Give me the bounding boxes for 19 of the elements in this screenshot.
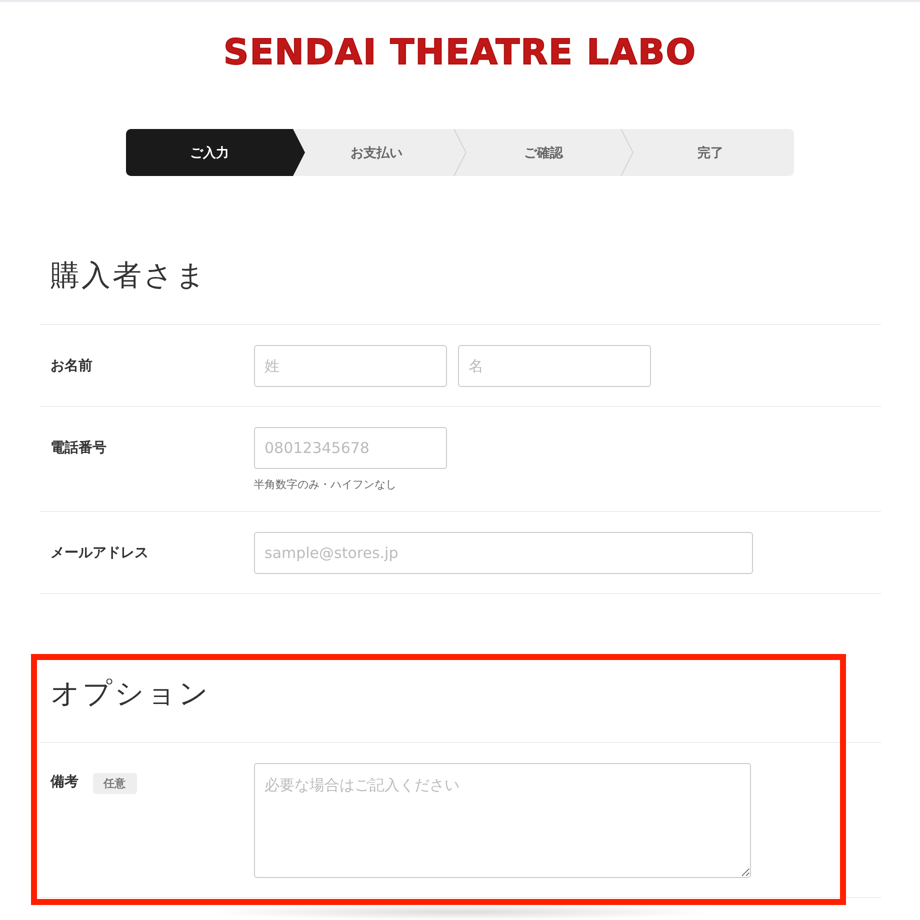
optional-badge: 任意	[92, 773, 136, 794]
section-title: 購入者さま	[50, 257, 208, 294]
input-field[interactable]: 名	[458, 345, 650, 387]
logo[interactable]: SENDAI THEATRE LABO	[224, 28, 696, 78]
input-field[interactable]: 姓	[254, 345, 446, 387]
section-title: オプション	[50, 675, 212, 712]
step: ご確認	[460, 129, 627, 176]
chevron-icon	[453, 129, 467, 176]
chevron-icon	[620, 129, 634, 176]
field-hint: 半角数字のみ・ハイフンなし	[254, 477, 398, 492]
field-label: メールアドレス	[50, 544, 148, 562]
text-area[interactable]: 必要な場合はご記入ください	[254, 763, 750, 878]
step: 完了	[627, 129, 794, 176]
input-field[interactable]: sample@stores.jp	[254, 532, 752, 574]
step: ご入力	[126, 129, 305, 176]
input-field[interactable]: 08012345678	[254, 427, 446, 469]
field-label: 備考	[50, 773, 78, 791]
field-label: お名前	[50, 357, 92, 375]
field-label: 電話番号	[50, 439, 106, 457]
